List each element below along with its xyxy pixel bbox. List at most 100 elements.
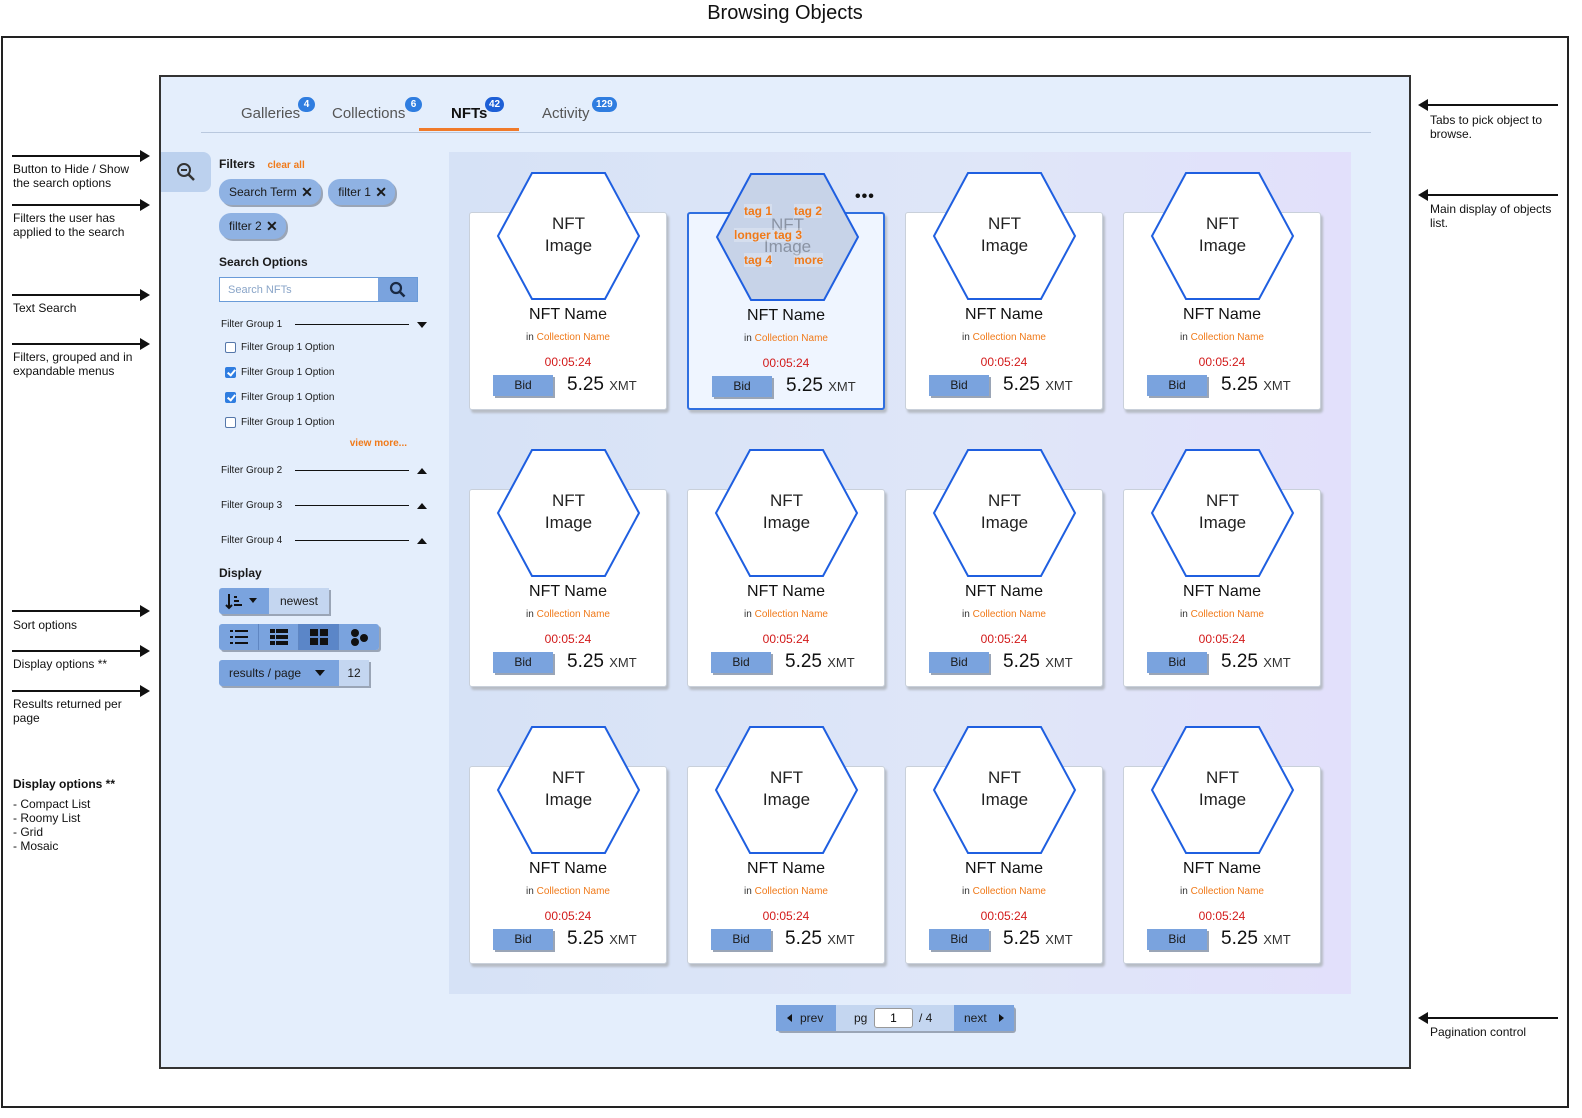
collection-link[interactable]: Collection Name: [537, 609, 610, 620]
tab-label: Galleries: [241, 105, 301, 122]
filter-option[interactable]: Filter Group 1 Option: [219, 388, 429, 413]
remove-icon[interactable]: ✕: [375, 179, 387, 205]
nft-name[interactable]: NFT Name: [906, 860, 1102, 878]
collection-link[interactable]: Collection Name: [1191, 609, 1264, 620]
nft-card[interactable]: NFT Image NFT Name in Collection Name 00:05:…: [1123, 172, 1321, 410]
bid-button[interactable]: Bid: [711, 929, 771, 950]
collection-link[interactable]: Collection Name: [973, 886, 1046, 897]
filter-group-2[interactable]: Filter Group 2: [219, 462, 429, 484]
page-input[interactable]: [874, 1008, 913, 1028]
filter-option[interactable]: Filter Group 1 Option: [219, 363, 429, 388]
nft-name[interactable]: NFT Name: [1124, 860, 1320, 878]
nft-name[interactable]: NFT Name: [906, 306, 1102, 324]
price-value: 5.25: [567, 374, 604, 395]
filter-group-3[interactable]: Filter Group 3: [219, 497, 429, 519]
nft-name[interactable]: NFT Name: [1124, 583, 1320, 601]
price-currency: XMT: [609, 655, 637, 670]
nft-name[interactable]: NFT Name: [688, 860, 884, 878]
annotation-hide-show: Button to Hide / Show the search options: [13, 162, 130, 190]
grid-button[interactable]: [299, 624, 339, 650]
nft-name[interactable]: NFT Name: [688, 583, 884, 601]
search-input[interactable]: [220, 278, 375, 301]
collection-link[interactable]: Collection Name: [537, 886, 610, 897]
checkbox[interactable]: [225, 417, 236, 428]
clear-all-link[interactable]: clear all: [267, 160, 304, 171]
tab-activity[interactable]: Activity 129: [542, 97, 617, 122]
price: 5.25 XMT: [785, 928, 855, 950]
filter-group-4[interactable]: Filter Group 4: [219, 532, 429, 554]
roomy-list-button[interactable]: [259, 624, 299, 650]
bid-button[interactable]: Bid: [929, 929, 989, 950]
checkbox[interactable]: [225, 342, 236, 353]
filter-chip[interactable]: filter 1 ✕: [328, 179, 395, 205]
nft-name[interactable]: NFT Name: [470, 860, 666, 878]
collection-link[interactable]: Collection Name: [973, 332, 1046, 343]
collection-link[interactable]: Collection Name: [1191, 332, 1264, 343]
sort-direction-button[interactable]: [219, 588, 269, 614]
mosaic-button[interactable]: [339, 624, 379, 650]
nft-card[interactable]: NFT Image NFT Name in Collection Name 00:05:…: [469, 449, 667, 687]
arrow: [1418, 1012, 1558, 1024]
nft-name[interactable]: NFT Name: [689, 307, 883, 325]
tab-nfts[interactable]: NFTs 42: [451, 97, 505, 122]
filter-option[interactable]: Filter Group 1 Option: [219, 413, 429, 438]
bid-button[interactable]: Bid: [493, 929, 553, 950]
filter-chip[interactable]: filter 2 ✕: [219, 213, 286, 239]
nft-card[interactable]: NFT Image NFT Name in Collection Name 00:05:…: [687, 449, 885, 687]
collection-link[interactable]: Collection Name: [755, 609, 828, 620]
collection-link[interactable]: Collection Name: [973, 609, 1046, 620]
toggle-search-options-button[interactable]: [161, 152, 211, 192]
bid-button[interactable]: Bid: [712, 376, 772, 397]
nft-card[interactable]: NFT Image NFT Name in Collection Name 00:05:…: [469, 726, 667, 964]
bid-button[interactable]: Bid: [929, 375, 989, 396]
nft-card[interactable]: NFT Image NFT Name in Collection Name 00:05:…: [905, 726, 1103, 964]
collection-link[interactable]: Collection Name: [1191, 886, 1264, 897]
filter-chip[interactable]: Search Term ✕: [219, 179, 321, 205]
checkbox-checked[interactable]: [225, 392, 236, 403]
bid-button[interactable]: Bid: [1147, 375, 1207, 396]
collection-link[interactable]: Collection Name: [537, 332, 610, 343]
bid-button[interactable]: Bid: [493, 652, 553, 673]
tag-label[interactable]: longer tag 3: [734, 228, 803, 242]
nft-card[interactable]: NFT Image NFT Name in Collection Name 00:05:…: [1123, 726, 1321, 964]
filter-group-1[interactable]: Filter Group 1: [219, 316, 429, 338]
nft-card[interactable]: NFT Image NFT Name in Collection Name 00:05:…: [469, 172, 667, 410]
bid-button[interactable]: Bid: [493, 375, 553, 396]
collection-link[interactable]: Collection Name: [755, 886, 828, 897]
nft-card[interactable]: NFT Image NFT Name in Collection Name 00:05:…: [687, 726, 885, 964]
tab-galleries[interactable]: Galleries 4: [241, 97, 315, 122]
nft-card[interactable]: NFT Image NFT Name in Collection Name 00:05:…: [1123, 449, 1321, 687]
tag-label[interactable]: tag 4: [744, 253, 773, 267]
more-tags-link[interactable]: more: [794, 253, 824, 267]
bid-button[interactable]: Bid: [1147, 929, 1207, 950]
tag-label[interactable]: tag 2: [794, 204, 823, 218]
tag-label[interactable]: tag 1: [744, 204, 773, 218]
bid-button[interactable]: Bid: [711, 652, 771, 673]
search-button[interactable]: [378, 278, 417, 301]
remove-icon[interactable]: ✕: [301, 179, 313, 205]
view-more-link[interactable]: view more...: [219, 438, 429, 460]
next-label: next: [964, 1011, 987, 1025]
compact-list-button[interactable]: [219, 624, 259, 650]
next-button[interactable]: next: [954, 1005, 1014, 1031]
collection-link[interactable]: Collection Name: [755, 333, 828, 344]
bid-button[interactable]: Bid: [1147, 652, 1207, 673]
bid-button[interactable]: Bid: [929, 652, 989, 673]
nft-card[interactable]: NFT Image NFT Name in Collection Name 00:05:…: [905, 172, 1103, 410]
page-title: Browsing Objects: [707, 2, 863, 24]
checkbox-checked[interactable]: [225, 367, 236, 378]
more-options-icon[interactable]: •••: [855, 188, 875, 206]
auction-timer: 00:05:24: [544, 355, 592, 369]
filter-option[interactable]: Filter Group 1 Option: [219, 338, 429, 363]
prev-button[interactable]: prev: [776, 1005, 836, 1031]
nft-card[interactable]: NFT Image NFT Name in Collection Name 00:05:…: [905, 449, 1103, 687]
nft-name[interactable]: NFT Name: [470, 583, 666, 601]
tab-collections[interactable]: Collections 6: [332, 97, 422, 122]
results-per-page-dropdown[interactable]: results / page: [219, 660, 339, 686]
nft-name[interactable]: NFT Name: [906, 583, 1102, 601]
sort-value[interactable]: newest: [269, 588, 329, 614]
nft-name[interactable]: NFT Name: [1124, 306, 1320, 324]
nft-card[interactable]: NFT Image NFT Name in Collection Name 00:05:…: [687, 173, 885, 410]
nft-name[interactable]: NFT Name: [470, 306, 666, 324]
remove-icon[interactable]: ✕: [266, 213, 278, 239]
